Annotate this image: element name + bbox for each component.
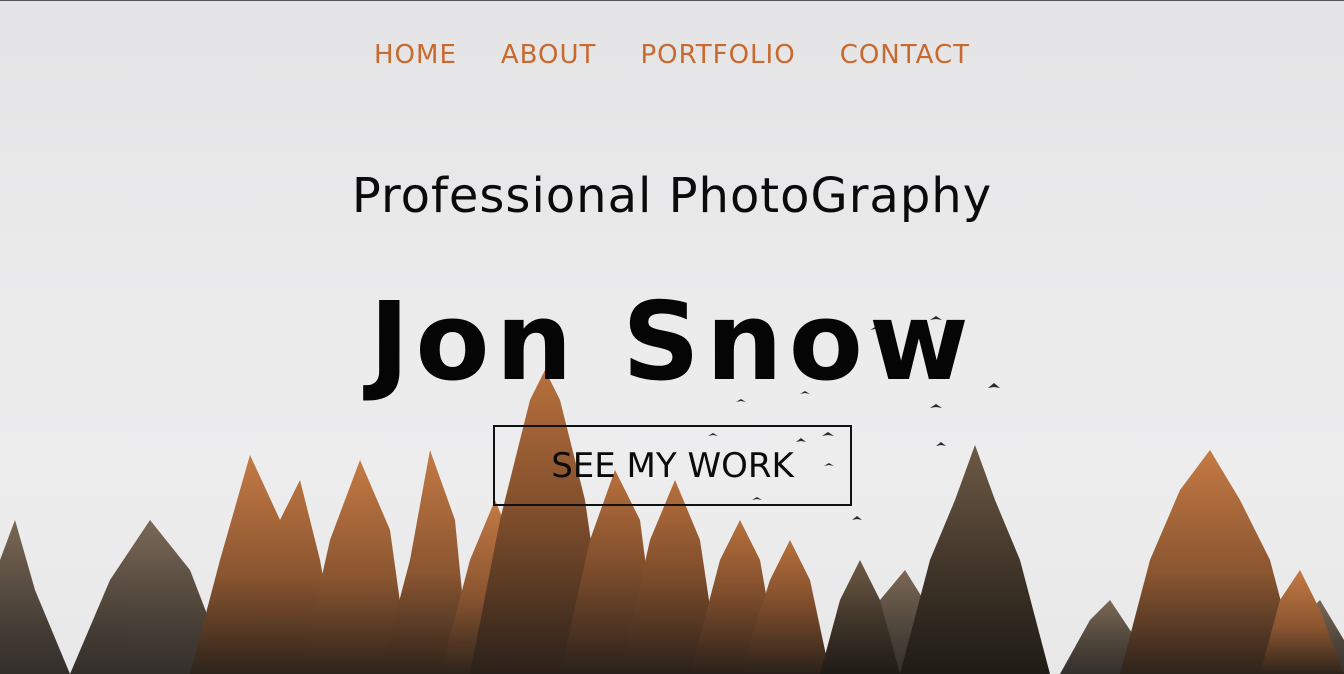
see-my-work-button[interactable]: SEE MY WORK xyxy=(493,425,852,506)
nav-home-link[interactable]: HOME xyxy=(374,40,457,70)
main-nav: HOME ABOUT PORTFOLIO CONTACT xyxy=(0,40,1344,70)
hero-title: Jon Snow xyxy=(369,280,975,405)
nav-about-link[interactable]: ABOUT xyxy=(501,40,597,70)
nav-contact-link[interactable]: CONTACT xyxy=(840,40,970,70)
hero-subtitle: Professional PhotoGraphy xyxy=(351,168,993,224)
nav-portfolio-link[interactable]: PORTFOLIO xyxy=(640,40,795,70)
